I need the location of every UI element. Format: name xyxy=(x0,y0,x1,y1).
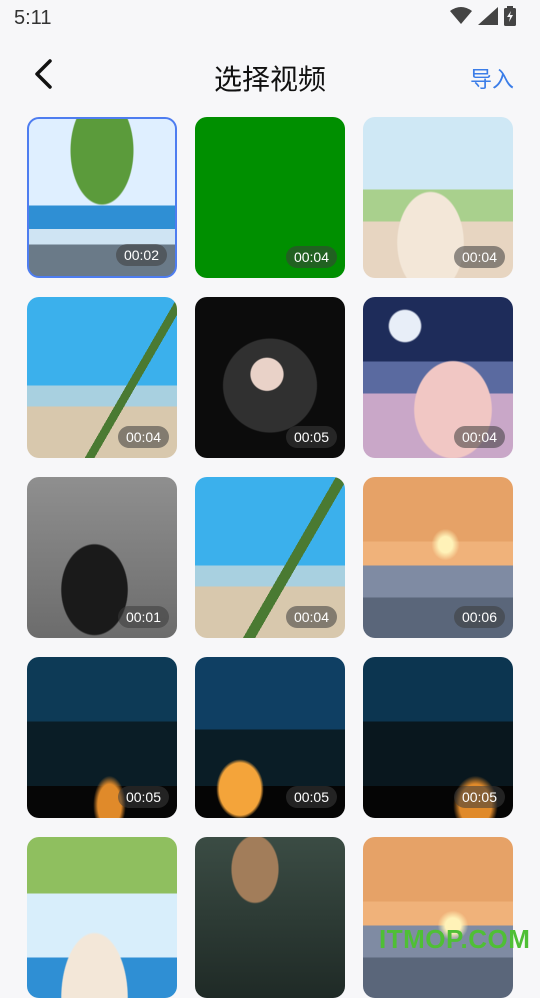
import-button[interactable]: 导入 xyxy=(470,62,514,94)
status-bar: 5:11 xyxy=(0,0,540,36)
video-tile[interactable]: 00:05 xyxy=(195,297,345,458)
duration-badge: 00:05 xyxy=(285,426,337,448)
video-tile[interactable]: 00:05 xyxy=(27,657,177,818)
duration-badge: 00:05 xyxy=(285,786,337,808)
video-tile[interactable]: 00:02 xyxy=(27,117,177,278)
duration-badge: 00:04 xyxy=(453,426,505,448)
video-tile[interactable]: 00:04 xyxy=(363,297,513,458)
video-tile[interactable]: 00:06 xyxy=(363,477,513,638)
duration-badge: 00:04 xyxy=(285,246,337,268)
status-time: 5:11 xyxy=(14,6,52,29)
status-icons xyxy=(450,6,516,30)
video-tile[interactable]: 00:04 xyxy=(363,117,513,278)
video-tile[interactable]: 00:04 xyxy=(27,297,177,458)
video-tile[interactable]: 00:01 xyxy=(27,477,177,638)
battery-icon xyxy=(504,6,516,30)
duration-badge: 00:04 xyxy=(285,606,337,628)
video-tile[interactable] xyxy=(195,837,345,998)
header: 选择视频 导入 xyxy=(0,50,540,106)
watermark: ITMOP.COM xyxy=(379,924,531,954)
duration-badge: 00:02 xyxy=(115,244,167,266)
video-tile[interactable]: 00:04 xyxy=(195,117,345,278)
video-grid: 00:02 00:04 00:04 00:04 00:05 00:04 00:0… xyxy=(27,117,513,998)
video-tile[interactable]: 00:05 xyxy=(195,657,345,818)
video-tile[interactable] xyxy=(27,837,177,998)
duration-badge: 00:05 xyxy=(117,786,169,808)
signal-icon xyxy=(478,7,498,29)
duration-badge: 00:05 xyxy=(453,786,505,808)
wifi-icon xyxy=(450,7,472,29)
video-tile[interactable]: 00:05 xyxy=(363,657,513,818)
video-tile[interactable] xyxy=(363,837,513,998)
page-title: 选择视频 xyxy=(213,63,326,96)
duration-badge: 00:04 xyxy=(117,426,169,448)
duration-badge: 00:06 xyxy=(453,606,505,628)
duration-badge: 00:04 xyxy=(453,246,505,268)
duration-badge: 00:01 xyxy=(117,606,169,628)
video-tile[interactable]: 00:04 xyxy=(195,477,345,638)
